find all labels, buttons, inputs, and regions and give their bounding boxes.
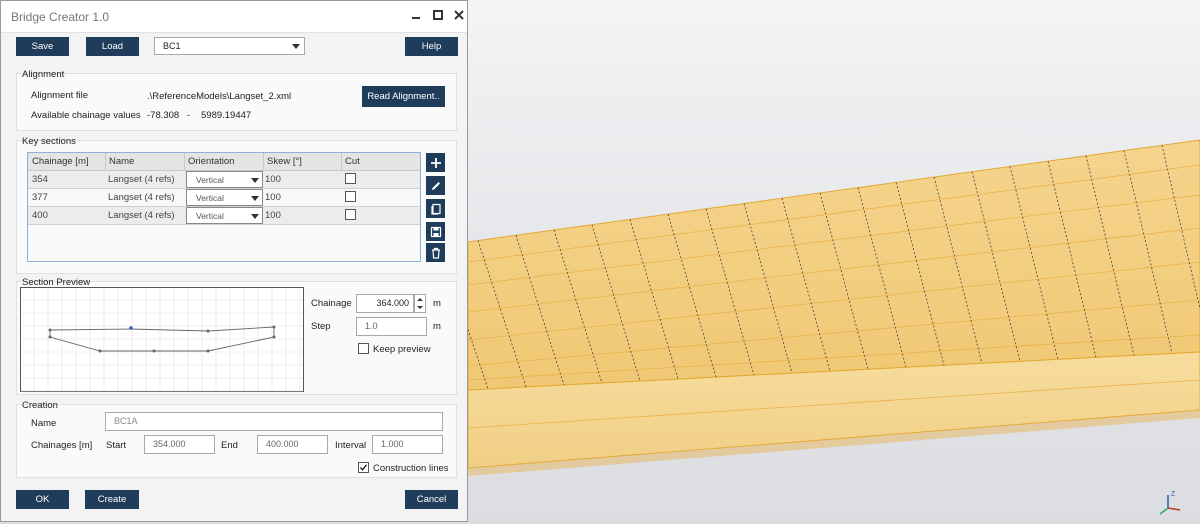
orientation-dropdown[interactable]: Vertical xyxy=(186,207,263,224)
preset-dropdown[interactable]: BC1 xyxy=(154,37,305,55)
available-chainage-label: Available chainage values xyxy=(31,110,141,121)
keep-preview-label[interactable]: Keep preview xyxy=(373,344,431,355)
column-header-chainage[interactable]: Chainage [m] xyxy=(32,156,89,167)
bridge-creator-dialog: Bridge Creator 1.0 Save Load BC1 Help Al… xyxy=(0,0,468,522)
read-alignment-button[interactable]: Read Alignment.. xyxy=(362,86,445,107)
plus-icon xyxy=(430,157,441,168)
preview-step-label: Step xyxy=(311,321,331,332)
end-input[interactable]: 400.000 xyxy=(257,435,328,454)
row-chainage: 354 xyxy=(32,174,48,185)
preview-step-input[interactable]: 1.0 xyxy=(356,317,427,336)
chainages-label: Chainages [m] xyxy=(31,440,93,451)
preview-chainage-unit: m xyxy=(433,298,441,309)
construction-lines-checkbox[interactable] xyxy=(358,462,369,473)
help-button[interactable]: Help xyxy=(405,37,458,56)
column-header-orientation[interactable]: Orientation xyxy=(188,156,234,167)
end-label: End xyxy=(221,440,238,451)
start-label: Start xyxy=(106,440,127,451)
chainage-min-value: -78.308 xyxy=(147,110,180,121)
chevron-down-icon xyxy=(251,214,259,219)
column-header-name[interactable]: Name xyxy=(109,156,134,167)
add-section-button[interactable] xyxy=(426,153,445,172)
alignment-file-label: Alignment file xyxy=(31,90,89,101)
chevron-down-icon xyxy=(251,178,259,183)
chainage-max-value: 5989.19447 xyxy=(201,110,252,121)
cut-checkbox[interactable] xyxy=(345,209,356,220)
pencil-icon xyxy=(431,181,440,190)
edit-section-button[interactable] xyxy=(426,176,445,195)
axis-gizmo-icon: Z xyxy=(1159,491,1181,515)
table-row[interactable]: 377 Langset (4 refs) Vertical 100 xyxy=(28,189,420,207)
chainage-spinner[interactable] xyxy=(414,294,426,313)
column-header-cut[interactable]: Cut xyxy=(345,156,360,167)
row-skew: 100 xyxy=(265,210,281,221)
chevron-down-icon xyxy=(292,44,300,49)
chainage-separator: - xyxy=(187,110,191,121)
alignment-file-value: .\ReferenceModels\Langset_2.xml xyxy=(147,91,292,102)
interval-label: Interval xyxy=(335,440,367,451)
spinner-arrows-icon xyxy=(417,298,423,309)
save-icon xyxy=(430,226,441,237)
close-icon[interactable] xyxy=(452,8,466,22)
orientation-dropdown[interactable]: Vertical xyxy=(186,171,263,188)
keep-preview-checkbox[interactable] xyxy=(358,343,369,354)
window-title: Bridge Creator 1.0 xyxy=(11,10,110,24)
row-skew: 100 xyxy=(265,174,281,185)
orientation-dropdown[interactable]: Vertical xyxy=(186,189,263,206)
minimize-icon[interactable] xyxy=(409,8,423,22)
creation-name-label: Name xyxy=(31,418,57,429)
checkmark-icon xyxy=(359,464,368,471)
interval-input[interactable]: 1.000 xyxy=(372,435,443,454)
table-header: Chainage [m] Name Orientation Skew [°] C… xyxy=(28,153,420,171)
table-row[interactable]: 354 Langset (4 refs) Vertical 100 xyxy=(28,171,420,189)
title-bar[interactable]: Bridge Creator 1.0 xyxy=(1,1,467,33)
delete-section-button[interactable] xyxy=(426,243,445,262)
creation-name-input[interactable]: BC1A xyxy=(105,412,443,431)
row-chainage: 400 xyxy=(32,210,48,221)
row-chainage: 377 xyxy=(32,192,48,203)
copy-icon xyxy=(430,203,441,215)
orientation-value: Vertical xyxy=(196,193,224,203)
copy-section-button[interactable] xyxy=(426,199,445,218)
row-skew: 100 xyxy=(265,192,281,203)
creation-group-label: Creation xyxy=(22,400,58,411)
start-input[interactable]: 354.000 xyxy=(144,435,215,454)
chevron-down-icon xyxy=(251,196,259,201)
ok-button[interactable]: OK xyxy=(16,490,69,509)
orientation-value: Vertical xyxy=(196,175,224,185)
row-name: Langset (4 refs) xyxy=(108,192,175,203)
save-button[interactable]: Save xyxy=(16,37,69,56)
cancel-button[interactable]: Cancel xyxy=(405,490,458,509)
preview-chainage-input[interactable]: 364.000 xyxy=(356,294,414,313)
trash-icon xyxy=(431,247,440,259)
cut-checkbox[interactable] xyxy=(345,173,356,184)
preview-step-unit: m xyxy=(433,321,441,332)
key-sections-group-label: Key sections xyxy=(22,136,76,147)
column-header-skew[interactable]: Skew [°] xyxy=(267,156,302,167)
preset-value: BC1 xyxy=(163,41,181,51)
load-button[interactable]: Load xyxy=(86,37,139,56)
preview-chainage-label: Chainage xyxy=(311,298,352,309)
orientation-value: Vertical xyxy=(196,211,224,221)
svg-text:Z: Z xyxy=(1171,491,1176,498)
maximize-icon[interactable] xyxy=(431,8,445,22)
save-section-button[interactable] xyxy=(426,222,445,241)
key-sections-table[interactable]: Chainage [m] Name Orientation Skew [°] C… xyxy=(27,152,421,262)
row-name: Langset (4 refs) xyxy=(108,174,175,185)
alignment-group-label: Alignment xyxy=(22,69,65,80)
section-preview-canvas[interactable] xyxy=(20,287,304,392)
construction-lines-label[interactable]: Construction lines xyxy=(373,463,449,474)
row-name: Langset (4 refs) xyxy=(108,210,175,221)
create-button[interactable]: Create xyxy=(85,490,139,509)
table-row[interactable]: 400 Langset (4 refs) Vertical 100 xyxy=(28,207,420,225)
cut-checkbox[interactable] xyxy=(345,191,356,202)
